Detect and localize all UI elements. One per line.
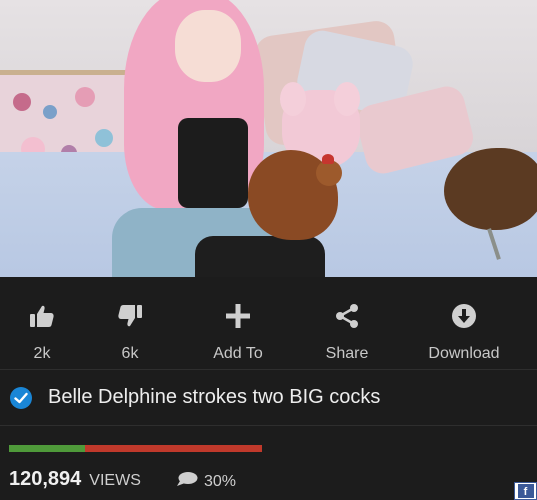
video-actions-bar: 2k 6k Add To Share Download (0, 277, 537, 370)
download-icon (449, 301, 479, 331)
plus-icon (223, 301, 253, 331)
views-info: 120,894 VIEWS (9, 468, 141, 491)
dislike-button[interactable]: 6k (80, 277, 180, 370)
video-person-top (178, 118, 248, 208)
video-stats: 120,894 VIEWS 30% (0, 426, 537, 500)
download-button[interactable]: Download (414, 277, 514, 370)
dislike-count: 6k (121, 345, 139, 362)
video-person-legs (195, 236, 325, 277)
like-button[interactable]: 2k (0, 277, 92, 370)
rating-bar-fill (9, 445, 85, 452)
rating-percent-text: 30% (204, 472, 237, 490)
thumbs-down-icon (115, 301, 145, 331)
video-hen-comb (322, 154, 334, 164)
video-plush-ear (280, 82, 306, 116)
add-to-button[interactable]: Add To (188, 277, 288, 370)
thumbs-up-icon (27, 301, 57, 331)
video-hen (444, 148, 537, 230)
share-label: Share (325, 345, 369, 362)
like-count: 2k (33, 345, 51, 362)
rating-bar (9, 445, 262, 452)
video-title-row: Belle Delphine strokes two BIG cocks (0, 370, 537, 426)
video-plush-ear (334, 82, 360, 116)
share-icon (332, 301, 362, 331)
views-count: 120,894 (9, 468, 82, 490)
speech-bubble-icon (176, 471, 198, 492)
download-label: Download (428, 345, 500, 362)
add-to-label: Add To (213, 345, 263, 362)
video-title: Belle Delphine strokes two BIG cocks (48, 386, 381, 408)
facebook-icon[interactable]: f (514, 482, 537, 500)
video-person-face (175, 10, 241, 82)
video-player[interactable] (0, 0, 537, 277)
views-label: VIEWS (89, 472, 141, 489)
share-button[interactable]: Share (297, 277, 397, 370)
rating-percent: 30% (176, 471, 236, 492)
facebook-badge-text: f (517, 484, 534, 498)
verified-check-icon (10, 386, 32, 409)
